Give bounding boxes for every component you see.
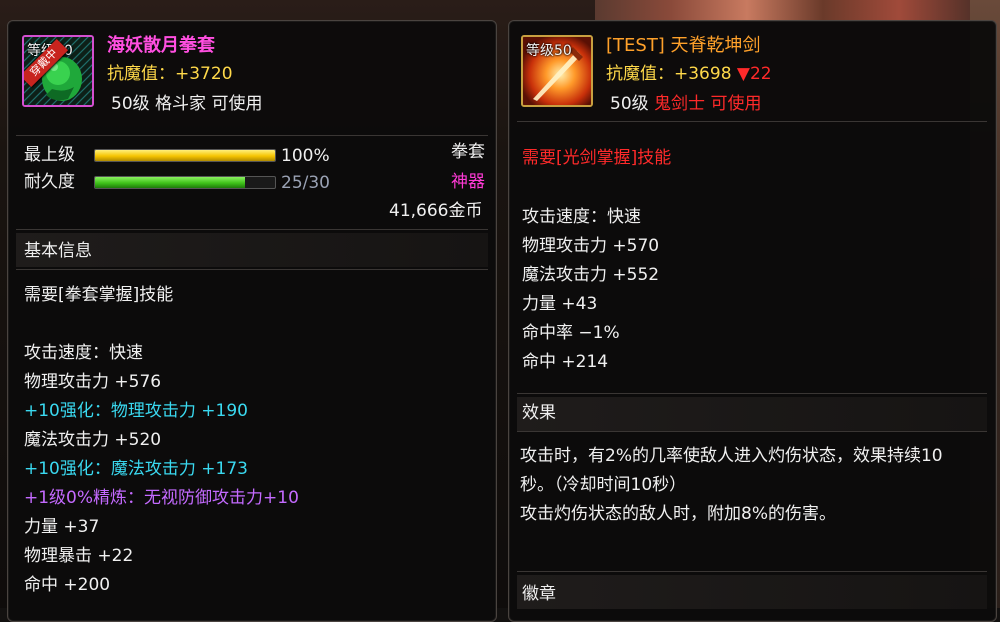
stat-line: 命中 +200	[24, 575, 111, 595]
requirement-line: 50级 鬼剑士 可使用	[610, 94, 761, 114]
stat-line: 魔法攻击力 +552	[522, 265, 660, 285]
item-name: [TEST] 天脊乾坤剑	[606, 35, 761, 56]
stat-line: +10强化：魔法攻击力 +173	[24, 459, 248, 479]
grade-percent: 100%	[281, 146, 330, 166]
magic-resist-diff: ▼22	[736, 64, 772, 84]
compare-item-tooltip: 等级50 [TEST] 天脊乾坤剑 抗魔值：+3698 ▼22 50级 鬼剑士 …	[508, 20, 997, 622]
item-icon-frame: 等级50 穿戴中	[22, 35, 94, 107]
section-header-bg	[517, 397, 987, 431]
effect-line: 秒。（冷却时间10秒）	[520, 475, 687, 495]
durability-bar	[94, 176, 276, 189]
section-title-effect: 效果	[522, 403, 556, 423]
divider	[517, 393, 987, 394]
required-level: 50级	[610, 94, 649, 114]
skill-requirement: 需要[拳套掌握]技能	[24, 285, 174, 305]
requirement-line: 50级 格斗家 可使用	[111, 94, 262, 114]
required-level: 50级	[111, 94, 150, 114]
divider	[517, 571, 987, 572]
stat-line: 攻击速度：快速	[522, 207, 641, 227]
stat-line: 物理暴击 +22	[24, 546, 134, 566]
item-level-badge: 等级50	[526, 43, 572, 59]
grade-bar	[94, 149, 276, 162]
magic-resist: 抗魔值：+3698 ▼22	[606, 64, 772, 84]
stat-line: 物理攻击力 +570	[522, 236, 660, 256]
equipped-item-tooltip: 等级50 穿戴中 海妖散月拳套 抗魔值：+3720 50级 格斗家 可使用 最上…	[7, 20, 497, 622]
magic-resist-label: 抗魔值：	[606, 64, 674, 84]
grade-label: 最上级	[24, 145, 75, 165]
stat-line: 攻击速度：快速	[24, 343, 143, 363]
required-job: 鬼剑士	[654, 94, 706, 114]
skill-requirement: 需要[光剑掌握]技能	[522, 148, 672, 168]
durability-value: 25/30	[281, 173, 330, 193]
item-rarity: 神器	[451, 172, 485, 192]
section-title-emblem: 徽章	[522, 584, 556, 604]
stat-line: +1级0%精炼：无视防御攻击力+10	[24, 488, 299, 508]
durability-label: 耐久度	[24, 172, 75, 192]
item-name: 海妖散月拳套	[107, 35, 215, 56]
stat-line: 命中率 −1%	[522, 323, 620, 343]
magic-resist-label: 抗魔值：	[107, 64, 175, 84]
magic-resist-value: +3698	[674, 64, 732, 84]
item-type: 拳套	[451, 142, 485, 162]
stat-line: 物理攻击力 +576	[24, 372, 162, 392]
section-title-basic-info: 基本信息	[24, 241, 92, 261]
divider	[517, 431, 987, 432]
durability-bar-fill	[95, 177, 245, 188]
divider	[16, 229, 488, 230]
stat-line: 力量 +37	[24, 517, 100, 537]
divider	[16, 269, 488, 270]
required-job: 格斗家	[155, 94, 207, 114]
item-price: 41,666金币	[389, 201, 483, 221]
stat-line: 魔法攻击力 +520	[24, 430, 162, 450]
magic-resist-value: +3720	[175, 64, 233, 84]
usable-status: 可使用	[710, 94, 762, 114]
grade-bar-fill	[95, 150, 275, 161]
usable-status: 可使用	[211, 94, 263, 114]
effect-line: 攻击时，有2%的几率使敌人进入灼伤状态，效果持续10	[520, 446, 943, 466]
stat-line: 力量 +43	[522, 294, 598, 314]
divider	[16, 135, 488, 136]
section-header-bg	[517, 575, 987, 609]
magic-resist: 抗魔值：+3720	[107, 64, 233, 84]
divider	[517, 121, 987, 122]
stat-line: +10强化：物理攻击力 +190	[24, 401, 248, 421]
effect-line: 攻击灼伤状态的敌人时，附加8%的伤害。	[520, 504, 836, 524]
stat-line: 命中 +214	[522, 352, 609, 372]
background-scene-strip	[595, 0, 975, 22]
item-icon-frame: 等级50	[521, 35, 593, 107]
